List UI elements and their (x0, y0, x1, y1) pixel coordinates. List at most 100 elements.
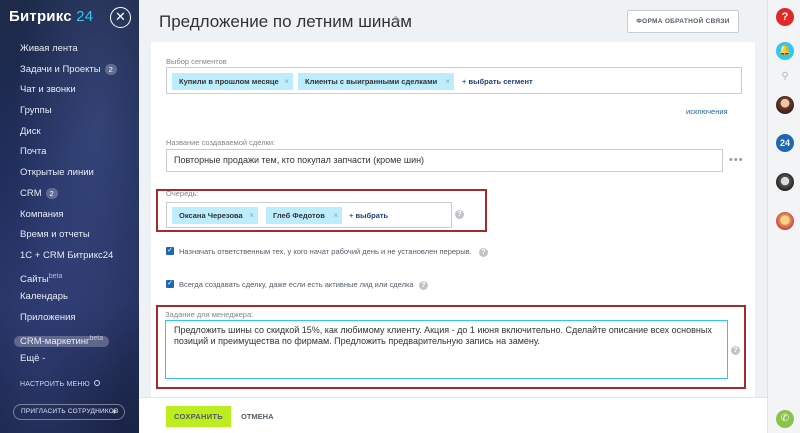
segment-tag: Клиенты с выигранными сделками × (298, 73, 454, 90)
beta-tag: beta (48, 272, 63, 280)
sidebar-item[interactable]: CRM-маркетингbeta (14, 329, 133, 350)
avatar[interactable] (776, 173, 794, 191)
bitrix24-chat-icon[interactable]: 24 (776, 134, 794, 152)
add-segment-label: выбрать сегмент (468, 77, 533, 86)
save-button[interactable]: СОХРАНИТЬ (166, 406, 231, 427)
sidebar-item-pill: Группы (20, 105, 52, 116)
phone-icon[interactable]: ✆ (776, 410, 794, 428)
help-icon[interactable]: ? (419, 281, 428, 290)
beta-tag: beta (89, 334, 104, 342)
sidebar-item-pill: Чат и звонки (20, 84, 76, 95)
plus-icon: + (111, 407, 117, 417)
sidebar-item-pill: CRM-маркетингbeta (14, 334, 110, 347)
sidebar-item[interactable]: Почта (20, 142, 133, 163)
always-create-deal-label: Всегда создавать сделку, даже если есть … (179, 280, 414, 289)
feedback-form-button[interactable]: ФОРМА ОБРАТНОЙ СВЯЗИ (627, 10, 739, 33)
help-icon[interactable]: ? (776, 8, 794, 26)
sidebar-item-label: Компания (20, 208, 64, 220)
sidebar-item-label: CRM (20, 187, 42, 199)
sidebar-item[interactable]: Ещё - (20, 349, 133, 370)
sidebar-item[interactable]: Живая лента (20, 39, 133, 60)
logo-text: Битрикс (9, 8, 72, 25)
cancel-button[interactable]: ОТМЕНА (241, 406, 274, 427)
sidebar-item-pill: Открытые линии (20, 167, 94, 178)
ring-icon (93, 380, 100, 386)
form-card: Выбор сегментов Купили в прошлом месяце … (151, 42, 755, 397)
sidebar-item[interactable]: 1С + CRM Битрикс24 (20, 246, 133, 267)
deal-name-input[interactable]: Повторные продажи тем, кто покупал запча… (166, 149, 723, 172)
help-icon[interactable]: ? (731, 346, 740, 355)
add-queue-user-link[interactable]: + выбрать (349, 211, 388, 220)
plus-icon: + (462, 77, 467, 86)
logo[interactable]: Битрикс 24 (9, 8, 93, 25)
count-badge: 2 (45, 187, 58, 199)
page-title: Предложение по летним шинам (159, 12, 412, 31)
sidebar-item[interactable]: Открытые линии (20, 163, 133, 184)
remove-icon[interactable]: × (445, 73, 450, 90)
queue-user-tag: Глеб Федотов × (266, 207, 342, 224)
count-badge: 2 (104, 63, 117, 75)
sidebar-item-pill: 1С + CRM Битрикс24 (20, 250, 113, 261)
help-icon[interactable]: ? (479, 248, 488, 257)
invite-employees-button[interactable]: ПРИГЛАСИТЬ СОТРУДНИКОВ + (13, 404, 125, 420)
sidebar-item-pill: Задачи и Проекты (20, 64, 101, 75)
main-panel: Предложение по летним шинам ✎ ФОРМА ОБРА… (139, 0, 767, 433)
sidebar-item[interactable]: Календарь (20, 287, 133, 308)
sidebar-item[interactable]: Время и отчеты (20, 225, 133, 246)
manager-task-textarea[interactable]: Предложить шины со скидкой 15%, как люби… (165, 320, 728, 379)
invite-label: ПРИГЛАСИТЬ СОТРУДНИКОВ (21, 408, 119, 415)
sidebar-item-pill: Живая лента (20, 43, 78, 54)
sidebar-item-pill: CRM (20, 188, 42, 199)
sidebar-item-pill: Календарь (20, 291, 68, 302)
plus-icon: + (349, 211, 354, 220)
sidebar-item-pill: Почта (20, 146, 46, 157)
segment-tag-label: Купили в прошлом месяце (179, 77, 279, 86)
sidebar-item[interactable]: Чат и звонки (20, 80, 133, 101)
configure-menu-link[interactable]: НАСТРОИТЬ МЕНЮ (20, 380, 100, 388)
avatar[interactable] (776, 96, 794, 114)
exclusions-link[interactable]: исключения (686, 107, 728, 116)
add-segment-link[interactable]: + выбрать сегмент (462, 77, 533, 86)
sidebar-item[interactable]: Приложения (20, 308, 133, 329)
add-queue-label: выбрать (355, 211, 389, 220)
sidebar-item-pill: Диск (20, 126, 41, 137)
search-icon[interactable]: ⚲ (776, 68, 794, 86)
segment-tag: Купили в прошлом месяце × (172, 73, 293, 90)
help-icon[interactable]: ? (455, 210, 464, 219)
edit-title-icon[interactable]: ✎ (393, 15, 401, 26)
segments-label: Выбор сегментов (166, 57, 227, 66)
queue-user-label: Оксана Черезова (179, 211, 243, 220)
deal-name-label: Название создаваемой сделки: (166, 138, 276, 147)
remove-icon[interactable]: × (284, 73, 289, 90)
queue-selector[interactable]: Оксана Черезова × Глеб Федотов × + выбра… (166, 202, 452, 228)
sidebar-item[interactable]: Диск (20, 122, 133, 143)
always-create-deal-checkbox[interactable]: ✓ (166, 280, 174, 288)
remove-icon[interactable]: × (249, 207, 254, 224)
sidebar-item[interactable]: Группы (20, 101, 133, 122)
logo-number: 24 (76, 8, 94, 25)
sidebar-item-pill: Время и отчеты (20, 229, 90, 240)
sidebar-item-label: 1С + CRM Битрикс24 (20, 249, 114, 261)
sidebar-item[interactable]: Сайтыbeta (20, 267, 133, 288)
assign-working-label: Назначать ответственным тех, у кого нача… (179, 247, 472, 256)
close-menu-icon[interactable]: ✕ (110, 7, 131, 28)
sidebar-item-label: Чат и звонки (20, 84, 76, 96)
sidebar-item[interactable]: Компания (20, 205, 133, 226)
sidebar: Битрикс 24 ✕ Живая лента Задачи и Проекты… (0, 0, 139, 433)
sidebar-item-pill: Ещё - (20, 353, 45, 364)
segments-selector[interactable]: Купили в прошлом месяце × Клиенты с выиг… (166, 67, 742, 94)
sidebar-item[interactable]: Задачи и Проекты 2 (20, 60, 133, 81)
avatar[interactable] (776, 212, 794, 230)
assign-working-checkbox[interactable]: ✓ (166, 247, 174, 255)
sidebar-item-label: Диск (20, 125, 41, 137)
notifications-bell-icon[interactable]: 🔔 (776, 42, 794, 60)
sidebar-item-label: Календарь (20, 291, 68, 303)
sidebar-item-label: Ещё - (20, 353, 46, 365)
sidebar-item-label: Приложения (20, 311, 76, 323)
remove-icon[interactable]: × (333, 207, 338, 224)
footer-bar: СОХРАНИТЬ ОТМЕНА (139, 397, 767, 433)
sidebar-item-pill: Приложения (20, 312, 76, 323)
more-options-icon[interactable]: ••• (729, 154, 744, 166)
sidebar-item-label: CRM-маркетинг (20, 335, 90, 347)
sidebar-item[interactable]: CRM 2 (20, 184, 133, 205)
